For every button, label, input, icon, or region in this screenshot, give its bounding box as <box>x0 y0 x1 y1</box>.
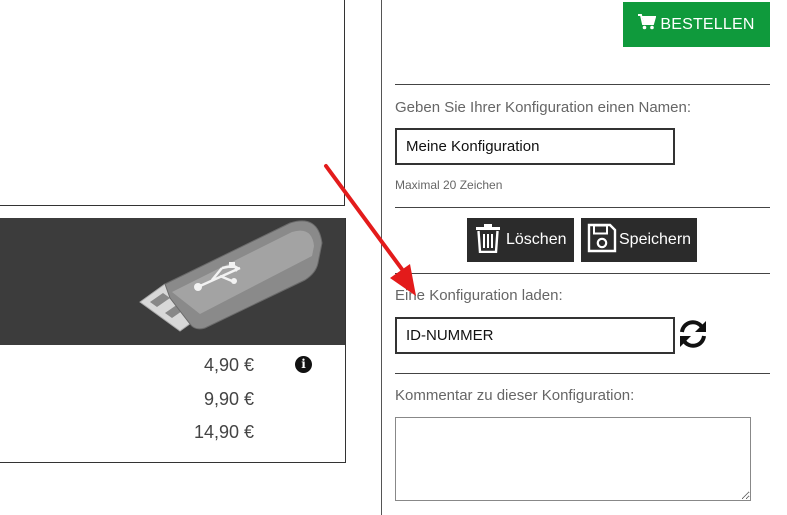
order-button-label: BESTELLEN <box>660 15 755 33</box>
price-row-3: 14,90 € <box>193 422 254 442</box>
delete-button[interactable]: Löschen <box>467 218 574 262</box>
config-name-input[interactable]: Meine Konfiguration <box>395 128 675 165</box>
config-id-input[interactable]: ID-NUMMER <box>395 317 675 354</box>
load-config-label: Eine Konfiguration laden: <box>395 287 563 304</box>
info-icon[interactable]: i <box>295 356 312 373</box>
floppy-disk-icon <box>587 223 617 258</box>
price-row-1: 4,90 € <box>203 355 254 375</box>
price-row-2: 9,90 € <box>203 389 254 409</box>
section-divider <box>395 273 770 274</box>
section-divider <box>395 207 770 208</box>
comment-label: Kommentar zu dieser Konfiguration: <box>395 387 635 404</box>
config-name-label: Geben Sie Ihrer Konfiguration einen Name… <box>395 99 692 116</box>
refresh-icon[interactable] <box>677 318 709 355</box>
comment-textarea[interactable] <box>395 417 751 501</box>
section-divider <box>395 84 770 85</box>
column-divider <box>381 0 382 515</box>
order-button[interactable]: BESTELLEN <box>623 2 770 47</box>
trash-icon <box>474 223 502 258</box>
save-button-label: Speichern <box>619 231 692 248</box>
save-button[interactable]: Speichern <box>581 218 697 262</box>
config-name-hint: Maximal 20 Zeichen <box>395 178 503 192</box>
delete-button-label: Löschen <box>506 231 567 248</box>
usb-stick-image <box>0 218 345 345</box>
product-panel-top <box>0 0 345 206</box>
section-divider <box>395 373 770 374</box>
cart-icon <box>638 14 657 35</box>
